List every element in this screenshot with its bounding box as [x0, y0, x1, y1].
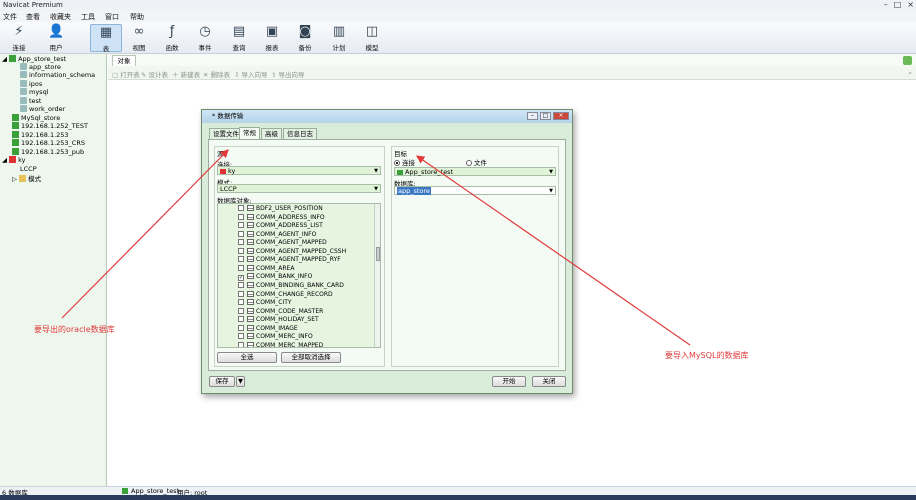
annotation-source: 要导出的oracle数据库 — [34, 325, 115, 334]
arrow-to-source — [61, 149, 229, 319]
annotation-target: 要导入MySQL的数据库 — [665, 351, 749, 360]
arrow-to-target — [416, 155, 691, 346]
annotation-arrows — [61, 149, 691, 346]
